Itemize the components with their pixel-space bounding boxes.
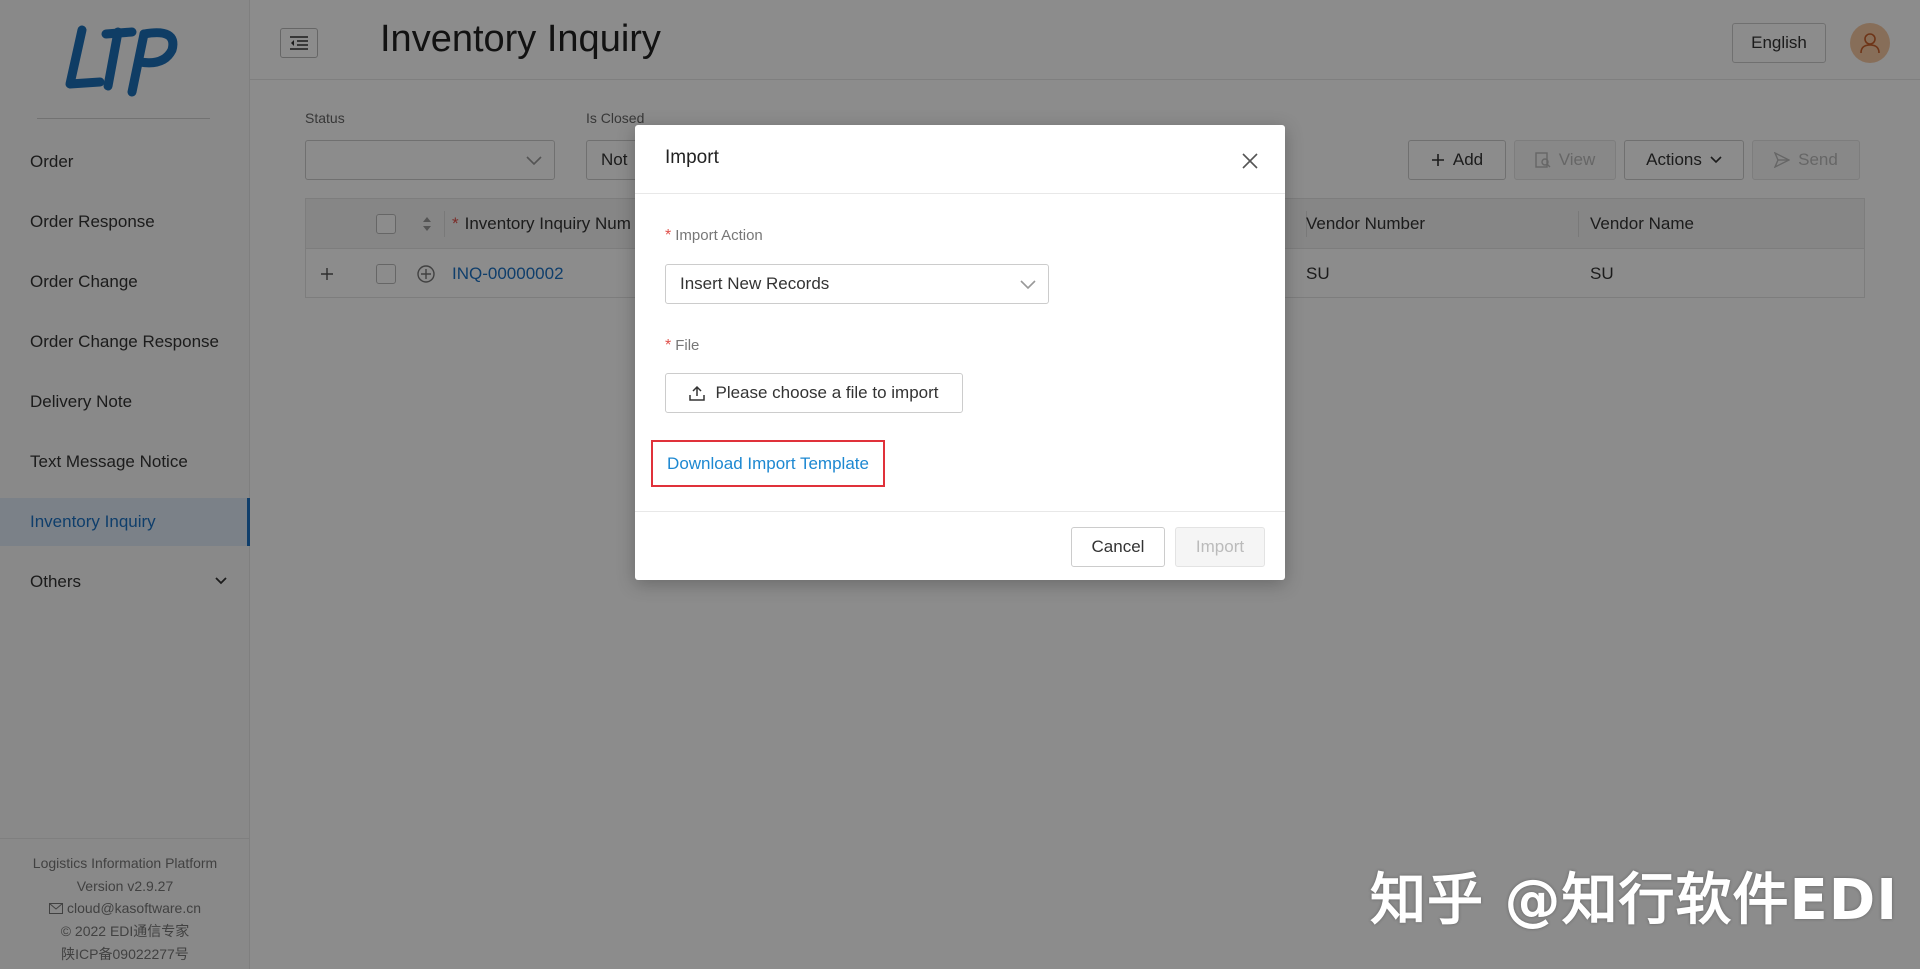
import-button[interactable]: Import bbox=[1175, 527, 1265, 567]
close-icon[interactable] bbox=[1240, 151, 1260, 171]
modal-footer: Cancel Import bbox=[635, 511, 1285, 580]
chevron-down-icon bbox=[1020, 280, 1036, 290]
download-template-link[interactable]: Download Import Template bbox=[667, 454, 869, 474]
file-label: * File bbox=[665, 337, 700, 354]
watermark: 知乎 @知行软件EDI bbox=[1370, 868, 1899, 933]
import-action-select[interactable]: Insert New Records bbox=[665, 264, 1049, 304]
import-action-label: * Import Action bbox=[665, 227, 763, 244]
upload-icon bbox=[689, 385, 706, 401]
choose-file-button[interactable]: Please choose a file to import bbox=[665, 373, 963, 413]
modal-title: Import bbox=[665, 147, 719, 168]
cancel-button[interactable]: Cancel bbox=[1071, 527, 1165, 567]
template-link-highlight: Download Import Template bbox=[651, 440, 885, 487]
modal-header: Import bbox=[635, 125, 1285, 194]
import-modal: Import * Import Action Insert New Records… bbox=[635, 125, 1285, 580]
